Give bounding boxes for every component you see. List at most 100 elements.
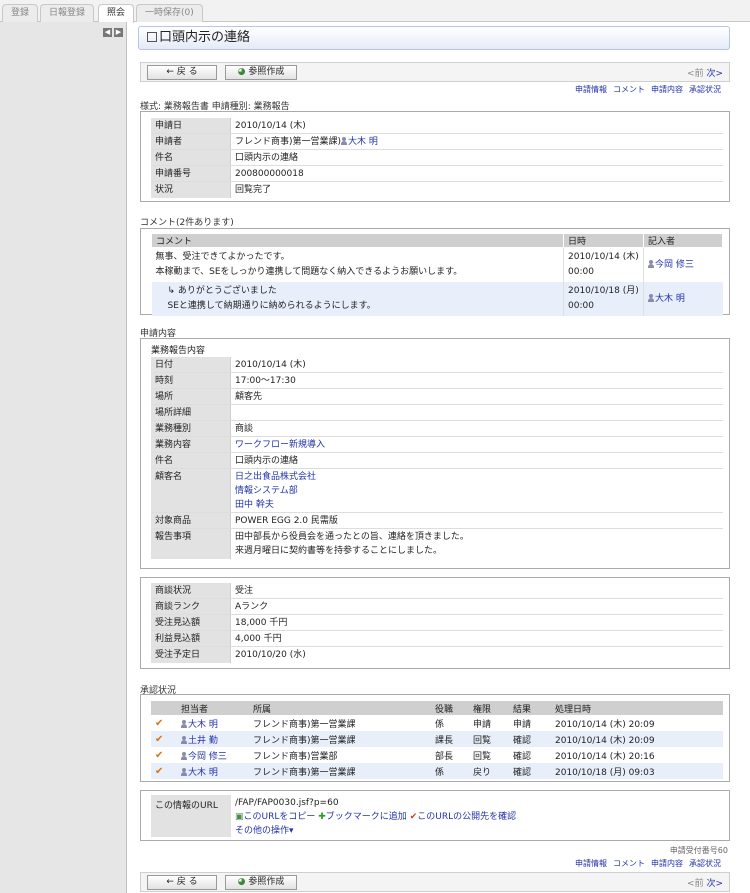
app-number: 200800000018 bbox=[235, 169, 304, 179]
tab-register[interactable]: 登録 bbox=[2, 4, 39, 22]
tab-temporary-save[interactable]: 一時保存(0) bbox=[136, 4, 203, 22]
label-date: 日付 bbox=[151, 357, 231, 372]
approver-role: 部長 bbox=[435, 751, 454, 762]
top-button-bar: ← 戻 る ◕ 参照作成 <前 次> bbox=[140, 62, 730, 82]
approver-time: 2010/10/18 (月) 09:03 bbox=[551, 763, 723, 779]
approver-dept: フレンド商事)第一営業課 bbox=[253, 719, 356, 730]
link-approval-status[interactable]: 承認状況 bbox=[689, 859, 721, 868]
label-order-date: 受注予定日 bbox=[151, 647, 231, 663]
content-place-detail bbox=[231, 405, 723, 420]
approval-row: ✔ 土井 勤 フレンド商事)第一営業課 課長 回覧 確認 2010/10/14 … bbox=[151, 731, 723, 747]
section-links: 申請情報 コメント 申請内容 承認状況 bbox=[569, 84, 721, 95]
back-button[interactable]: ← 戻 る bbox=[147, 875, 217, 890]
content-time: 17:00〜17:30 bbox=[235, 376, 296, 386]
ref-create-button[interactable]: ◕ 参照作成 bbox=[225, 65, 297, 80]
comments-box: コメント 日時 記入者 無事、受注できてよかったです。 本稼動まで、SEをしっかり連携… bbox=[140, 228, 730, 316]
approval-row: ✔ 大木 明 フレンド商事)第一営業課 係 申請 申請 2010/10/14 (… bbox=[151, 715, 723, 731]
title-square-icon bbox=[147, 32, 157, 42]
col-datetime: 日時 bbox=[563, 233, 644, 248]
bookmark-link[interactable]: ブックマークに追加 bbox=[326, 812, 407, 822]
back-button[interactable]: ← 戻 る bbox=[147, 65, 217, 80]
applicant: フレンド商事)第一営業課) 大木 明 bbox=[231, 134, 723, 149]
comment-date: 2010/10/14 (木) bbox=[568, 252, 639, 262]
approver-name[interactable]: 今岡 修三 bbox=[188, 752, 227, 762]
expand-right-icon[interactable]: ▶ bbox=[114, 28, 123, 37]
approver-name[interactable]: 大木 明 bbox=[188, 720, 218, 730]
other-actions-link[interactable]: その他の操作 bbox=[235, 826, 289, 836]
label-subject: 件名 bbox=[151, 150, 231, 165]
bottom-button-bar: ← 戻 る ◕ 参照作成 <前 次> bbox=[140, 872, 730, 892]
customer-company[interactable]: 日之出食品株式会社 bbox=[235, 470, 723, 484]
customer-person[interactable]: 田中 幹夫 bbox=[235, 498, 723, 512]
status: 回覧完了 bbox=[235, 185, 272, 195]
application-info-box: 申請日 2010/10/14 (木) 申請者 フレンド商事)第一営業課) 大木 明 件… bbox=[140, 111, 730, 202]
approver-name[interactable]: 土井 勤 bbox=[188, 736, 218, 746]
check-icon: ✔ bbox=[155, 717, 164, 729]
approver-auth: 戻り bbox=[469, 763, 509, 779]
next-link[interactable]: 次> bbox=[706, 879, 723, 889]
comment-date: 2010/10/18 (月) bbox=[568, 286, 639, 296]
applicant-name[interactable]: 大木 明 bbox=[348, 137, 378, 147]
link-application-info[interactable]: 申請情報 bbox=[575, 859, 607, 868]
ref-create-label: 参照作成 bbox=[248, 67, 285, 77]
approver-name[interactable]: 大木 明 bbox=[188, 768, 218, 778]
approver-time: 2010/10/14 (木) 20:16 bbox=[555, 751, 655, 762]
dropdown-arrow-icon[interactable]: ▾ bbox=[289, 826, 294, 836]
person-icon bbox=[648, 259, 654, 268]
col-dept: 所属 bbox=[249, 701, 431, 715]
content-box: 業務報告内容 日付 2010/10/14 (木) 時刻 17:00〜17:30 場所… bbox=[140, 338, 730, 569]
check-publish-link[interactable]: このURLの公開先を確認 bbox=[417, 812, 516, 822]
deal-rank: Aランク bbox=[235, 602, 269, 612]
collapse-left-icon[interactable]: ◀ bbox=[103, 28, 112, 37]
copy-icon: ▣ bbox=[235, 812, 244, 822]
copy-url-link[interactable]: このURLをコピー bbox=[244, 812, 316, 822]
tab-daily-report[interactable]: 日報登録 bbox=[40, 4, 95, 22]
link-application-info[interactable]: 申請情報 bbox=[575, 85, 607, 94]
col-result: 結果 bbox=[509, 701, 551, 715]
ref-create-button[interactable]: ◕ 参照作成 bbox=[225, 875, 297, 890]
content-subtitle: 業務報告内容 bbox=[151, 346, 206, 356]
comment-row: ↳ ありがとうございました SEと連携して納期通りに納められるようにします。 20… bbox=[151, 282, 723, 316]
ref-create-icon: ◕ bbox=[237, 877, 246, 887]
page-title-bar: 口頭内示の連絡 bbox=[138, 26, 730, 50]
comment-line: SEと連携して納期通りに納められるようにします。 bbox=[167, 301, 376, 311]
label-product: 対象商品 bbox=[151, 513, 231, 528]
person-icon bbox=[181, 767, 187, 776]
label-customer: 顧客名 bbox=[151, 469, 231, 512]
content-product: POWER EGG 2.0 民需版 bbox=[235, 516, 338, 526]
col-role: 役職 bbox=[431, 701, 469, 715]
next-link[interactable]: 次> bbox=[706, 69, 723, 79]
col-auth: 権限 bbox=[469, 701, 509, 715]
link-application-content[interactable]: 申請内容 bbox=[651, 859, 683, 868]
approver-result: 確認 bbox=[513, 751, 532, 762]
approver-dept: フレンド商事)第一営業課 bbox=[249, 763, 431, 779]
col-processed-at: 処理日時 bbox=[551, 701, 723, 715]
comment-author[interactable]: 大木 明 bbox=[655, 294, 685, 304]
receipt-number: 申請受付番号60 bbox=[669, 846, 728, 855]
content-work-content[interactable]: ワークフロー新規導入 bbox=[231, 437, 723, 452]
expected-order: 18,000 千円 bbox=[235, 618, 288, 628]
approver-result: 申請 bbox=[513, 719, 532, 730]
tab-bar: 登録 日報登録 照会 一時保存(0) bbox=[0, 0, 750, 23]
approver-auth: 申請 bbox=[473, 719, 492, 730]
url-label: この情報のURL bbox=[151, 795, 231, 837]
label-work-type: 業務種別 bbox=[151, 421, 231, 436]
report-line: 来週月曜日に契約書等を持参することにしました。 bbox=[235, 546, 443, 556]
ref-create-label: 参照作成 bbox=[248, 877, 285, 887]
label-expected-order: 受注見込額 bbox=[151, 615, 231, 630]
approval-row: ✔ 今岡 修三 フレンド商事)営業部 部長 回覧 確認 2010/10/14 (… bbox=[151, 747, 723, 763]
report-line: 田中部長から役員会を通ったとの旨、連絡を頂きました。 bbox=[235, 532, 469, 542]
approver-result: 確認 bbox=[509, 731, 551, 747]
subject: 口頭内示の連絡 bbox=[235, 153, 299, 163]
link-comment[interactable]: コメント bbox=[613, 859, 645, 868]
col-assignee: 担当者 bbox=[177, 701, 249, 715]
tab-inquiry[interactable]: 照会 bbox=[98, 4, 135, 23]
person-icon bbox=[181, 751, 187, 760]
comment-line: 本稼動まで、SEをしっかり連携して問題なく納入できるようお願いします。 bbox=[155, 267, 463, 277]
link-approval-status[interactable]: 承認状況 bbox=[689, 85, 721, 94]
customer-dept[interactable]: 情報システム部 bbox=[235, 484, 723, 498]
link-application-content[interactable]: 申請内容 bbox=[651, 85, 683, 94]
link-comment[interactable]: コメント bbox=[613, 85, 645, 94]
prev-link: <前 bbox=[687, 69, 704, 79]
comment-author[interactable]: 今岡 修三 bbox=[655, 260, 694, 270]
